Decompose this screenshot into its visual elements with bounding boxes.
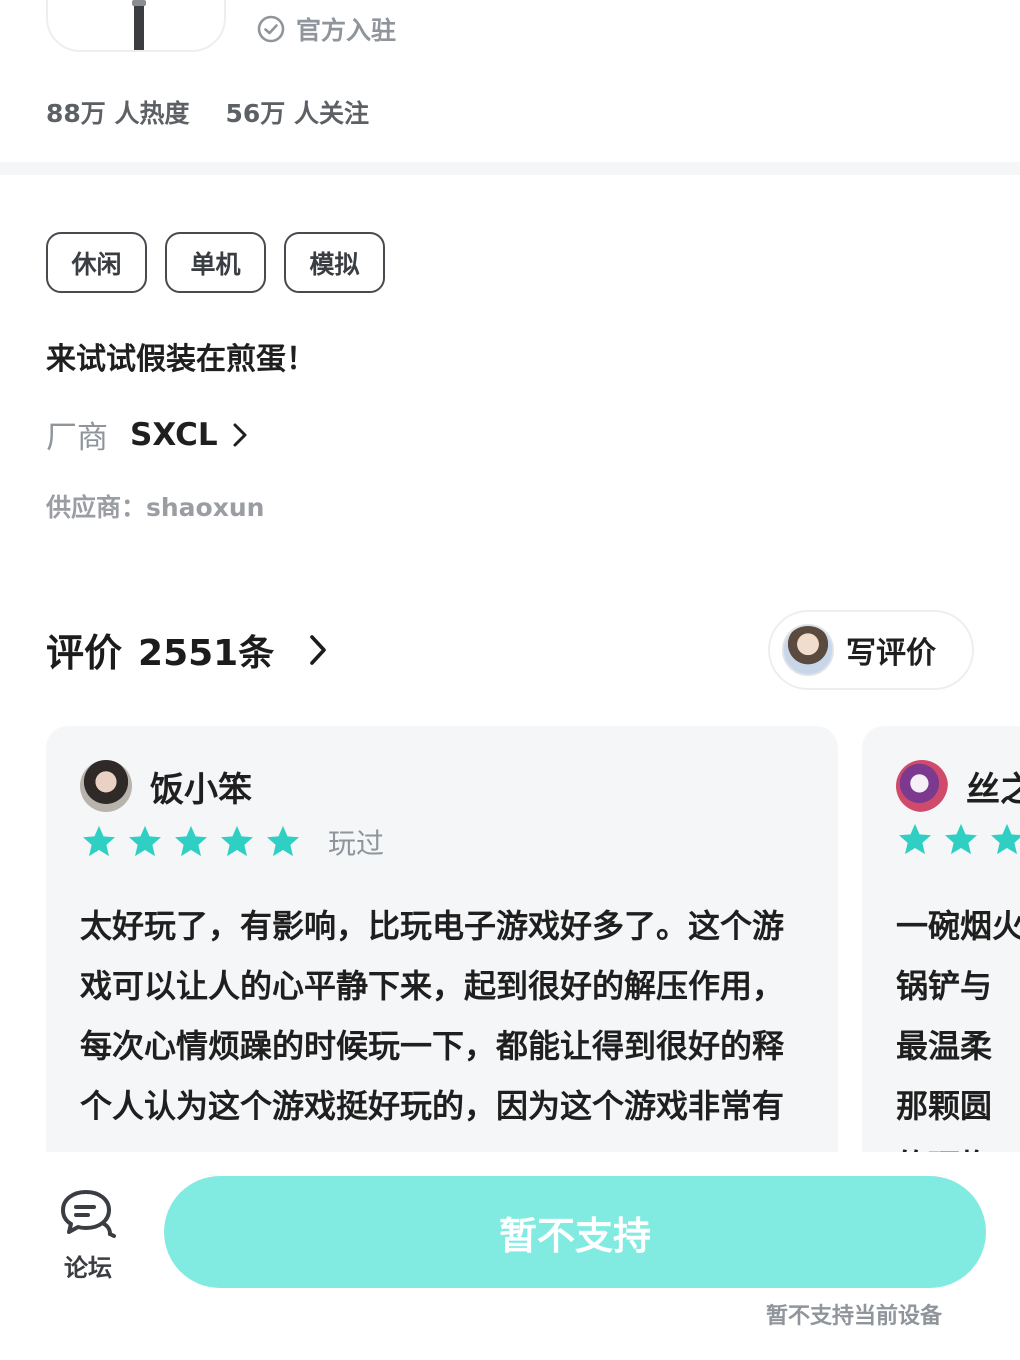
star-icon — [899, 823, 931, 855]
star-icon — [175, 825, 207, 857]
star-icon — [221, 825, 253, 857]
section-divider — [0, 162, 1020, 175]
review-text[interactable]: 一碗烟火 锅铲与 最温柔 那颗圆 的环抱 — [896, 896, 1020, 1196]
write-review-label: 写评价 — [846, 636, 936, 671]
review-text[interactable]: 太好玩了，有影响，比玩电子游戏好多了。这个游戏可以让人的心平静下来，起到很好的解… — [80, 896, 804, 1136]
heat-stat: 88万 人热度 — [46, 99, 190, 128]
game-stats: 88万 人热度 56万 人关注 — [46, 94, 369, 130]
star-icon — [991, 823, 1020, 855]
reviewer-name[interactable]: 丝之 — [966, 762, 1020, 811]
chevron-right-icon — [233, 423, 247, 446]
official-badge: 官方入驻 — [256, 12, 396, 46]
star-icon — [83, 825, 115, 857]
star-rating: 玩过 — [80, 822, 384, 862]
chat-bubble-icon — [61, 1190, 116, 1238]
avatar[interactable] — [896, 760, 948, 812]
write-review-button[interactable]: 写评价 — [768, 610, 974, 690]
unsupported-hint: 暂不支持当前设备 — [766, 1304, 943, 1329]
official-badge-label: 官方入驻 — [296, 16, 397, 45]
supplier-info: 供应商：shaoxun — [46, 493, 265, 522]
tag-simulation[interactable]: 模拟 — [284, 232, 385, 293]
avatar[interactable] — [80, 760, 132, 812]
vendor-name: SXCL — [130, 416, 218, 453]
app-icon — [46, 0, 226, 52]
follow-stat: 56万 人关注 — [225, 99, 370, 128]
vendor-label: 厂商 — [46, 420, 108, 456]
bottom-action-bar: 论坛 暂不支持 暂不支持当前设备 — [0, 1152, 1020, 1360]
microphone-band — [132, 0, 146, 6]
microphone-graphic — [134, 0, 144, 50]
star-rating — [896, 822, 1020, 858]
play-status: 玩过 — [328, 827, 385, 860]
tag-list: 休闲 单机 模拟 — [46, 232, 385, 293]
tag-casual[interactable]: 休闲 — [46, 232, 147, 293]
check-circle-icon — [257, 15, 285, 43]
star-icon — [945, 823, 977, 855]
reviewer[interactable]: 丝之 — [896, 760, 1020, 812]
vendor-row[interactable]: 厂商 SXCL — [46, 412, 248, 457]
reviews-header[interactable]: 评价 2551条 — [46, 622, 328, 677]
star-icon — [129, 825, 161, 857]
tag-single-player[interactable]: 单机 — [165, 232, 266, 293]
current-user-avatar — [782, 624, 834, 676]
chevron-right-icon — [310, 634, 327, 665]
forum-button[interactable]: 论坛 — [50, 1188, 126, 1283]
review-card[interactable]: 丝之 一碗烟火 锅铲与 最温柔 那颗圆 的环抱 — [862, 726, 1020, 1196]
star-icon — [267, 825, 299, 857]
reviews-count: 2551条 — [138, 632, 275, 674]
forum-label: 论坛 — [64, 1254, 112, 1282]
review-card[interactable]: 饭小笨 玩过 太好玩了，有影响，比玩电子游戏好多了。这个游戏可以让人的心平静下来… — [46, 726, 838, 1196]
reviewer[interactable]: 饭小笨 — [80, 760, 252, 812]
reviews-title: 评价 — [46, 631, 123, 675]
unsupported-button[interactable]: 暂不支持 — [164, 1176, 986, 1288]
vendor-link[interactable]: SXCL — [130, 417, 248, 453]
game-description: 来试试假装在煎蛋！ — [46, 342, 316, 377]
reviewer-name[interactable]: 饭小笨 — [150, 762, 252, 811]
